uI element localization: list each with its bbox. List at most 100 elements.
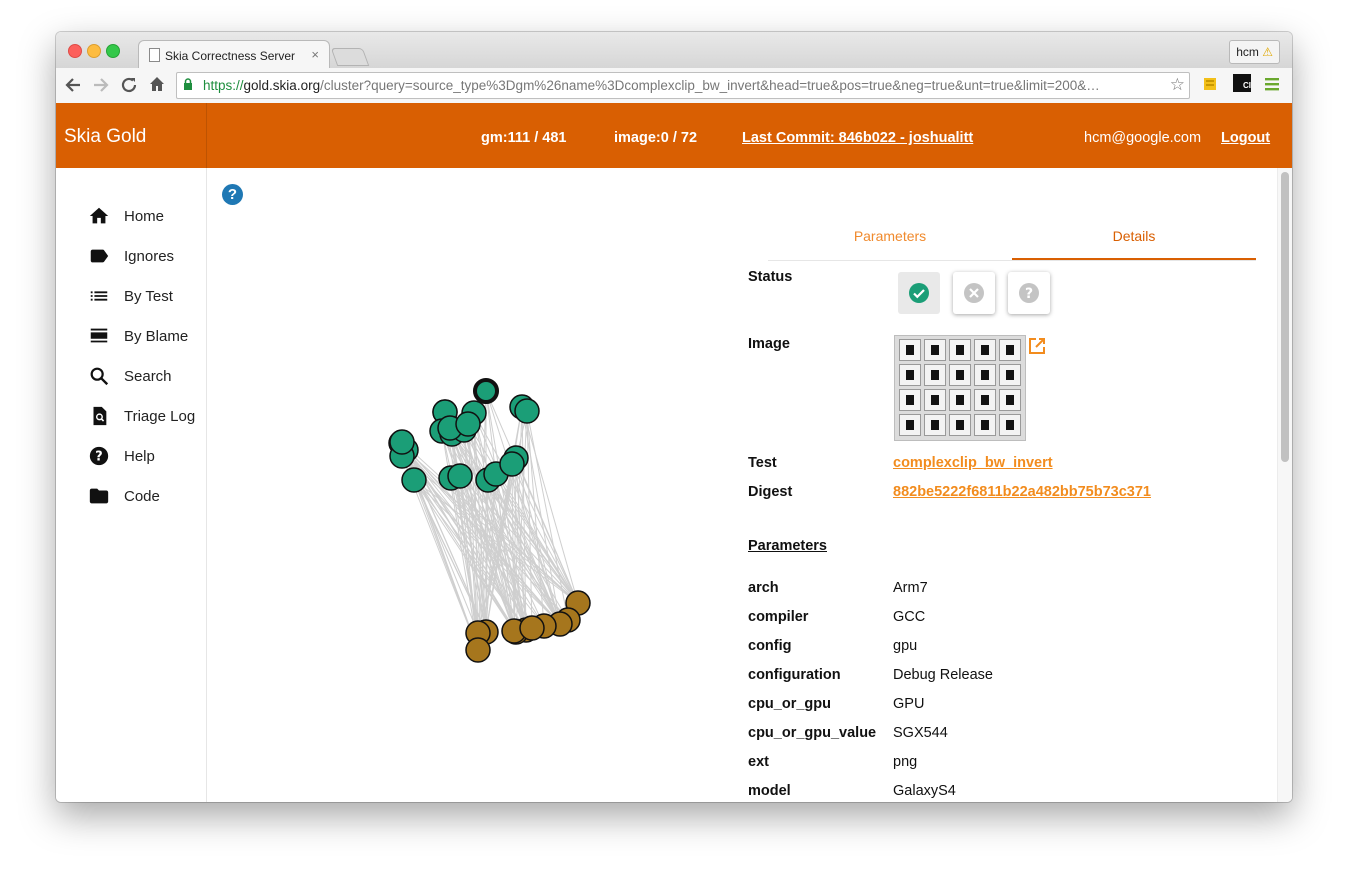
sidebar-item-ignores[interactable]: Ignores [88,244,174,268]
profile-name: hcm [1236,45,1259,59]
param-key: config [748,638,792,654]
help-button[interactable]: ? [222,184,243,205]
graph-edges [400,390,579,651]
svg-text:?: ? [95,450,102,465]
minimize-window-button[interactable] [87,44,101,58]
thumbnail-cell [974,339,996,361]
param-key: ext [748,754,769,770]
thumbnail-shape [981,370,989,380]
param-key: arch [748,580,779,596]
test-label: Test [748,455,777,471]
thumbnail-cell [924,364,946,386]
address-bar[interactable]: https://gold.skia.org/cluster?query=sour… [176,72,1190,99]
image-status: image:0 / 72 [614,130,698,146]
thumbnail-shape [906,420,914,430]
sidebar-item-code[interactable]: Code [88,484,160,508]
sidebar-item-label: By Blame [124,327,189,345]
menu-icon[interactable] [1264,76,1280,92]
gm-status: gm:111 / 481 [481,130,567,146]
document-icon [149,48,160,62]
logout-link[interactable]: Logout [1221,130,1270,146]
thumbnail-shape [906,345,914,355]
check-circle-icon [909,283,929,303]
thumbnail-cell [974,389,996,411]
ci-extension-icon[interactable]: CI [1233,74,1251,92]
graph-node-positive[interactable] [401,467,427,493]
thumbnail-cell [924,339,946,361]
param-value: GCC [893,609,926,625]
extension-icon[interactable] [1202,74,1218,92]
thumbnail-cell [974,414,996,436]
digest-link[interactable]: 882be5222f6811b22a482bb75b73c371 [893,484,1151,500]
folder-icon [89,488,109,504]
sidebar-item-triage-log[interactable]: Triage Log [88,404,195,428]
sidebar-item-search[interactable]: Search [88,364,172,388]
thumbnail-shape [1006,395,1014,405]
thumbnail-cell [899,389,921,411]
graph-node-positive[interactable] [514,398,540,424]
graph-node-positive[interactable] [455,411,481,437]
sidebar-item-by-blame[interactable]: By Blame [88,324,188,348]
help-icon: ? [89,446,109,466]
thumbnail-shape [981,345,989,355]
graph-node-untriaged[interactable] [519,615,545,641]
sidebar-item-help[interactable]: ? Help [88,444,155,468]
warning-icon: ⚠ [1262,45,1273,59]
negative-button[interactable] [953,272,995,314]
new-tab-button[interactable] [330,48,370,66]
sidebar: Home Ignores By Test By Blame Search Tri… [56,168,207,802]
thumbnail-shape [1006,370,1014,380]
last-commit-link[interactable]: Last Commit: 846b022 - joshualitt [742,130,973,146]
thumbnail-cell [949,339,971,361]
thumbnail-shape [956,345,964,355]
positive-button[interactable] [898,272,940,314]
tab-parameters[interactable]: Parameters [768,224,1012,258]
thumbnail-cell [899,364,921,386]
graph-node-selected[interactable] [473,378,499,404]
reload-icon[interactable] [120,76,138,94]
sidebar-item-label: Search [124,367,172,385]
graph-node-untriaged[interactable] [465,637,491,663]
thumbnail-cell [899,339,921,361]
cluster-graph[interactable] [356,378,616,718]
thumbnail-cell [999,339,1021,361]
home-icon[interactable] [148,75,166,93]
graph-node-positive[interactable] [389,429,415,455]
graph-edge [413,479,527,631]
zoom-window-button[interactable] [106,44,120,58]
thumbnail-shape [956,420,964,430]
back-arrow-icon[interactable] [64,76,82,94]
param-value: GPU [893,696,925,712]
sidebar-item-home[interactable]: Home [88,204,164,228]
param-value: gpu [893,638,918,654]
home-icon [89,207,109,224]
forward-arrow-icon[interactable] [92,76,110,94]
profile-button[interactable]: hcm ⚠ [1229,40,1280,64]
bookmark-star-icon[interactable]: ☆ [1170,75,1185,95]
param-value: GalaxyS4 [893,783,956,799]
tab-details[interactable]: Details [1012,224,1256,260]
sidebar-item-by-test[interactable]: By Test [88,284,173,308]
browser-window: Skia Correctness Server × hcm ⚠ https://… [56,32,1292,802]
thumbnail-shape [931,370,939,380]
thumbnail-cell [899,414,921,436]
ci-extension-label: CI [1243,81,1251,90]
url-path: /cluster?query=source_type%3Dgm%26name%3… [320,78,1100,93]
scroll-track[interactable] [1277,168,1292,802]
app-header: Skia Gold gm:111 / 481 image:0 / 72 Last… [56,103,1292,168]
browser-tab[interactable]: Skia Correctness Server × [138,40,330,69]
thumbnail-cell [949,364,971,386]
param-value: png [893,754,918,770]
graph-node-positive[interactable] [447,463,473,489]
tab-close-icon[interactable]: × [311,47,319,62]
untriaged-button[interactable]: ? [1008,272,1050,314]
close-window-button[interactable] [68,44,82,58]
test-link[interactable]: complexclip_bw_invert [893,455,1053,471]
scrollbar-thumb[interactable] [1281,172,1289,462]
cancel-circle-icon [964,283,984,303]
open-in-new-icon[interactable] [1028,337,1046,355]
label-icon [90,249,109,263]
brand-title[interactable]: Skia Gold [64,126,146,148]
image-thumbnail[interactable] [894,335,1026,441]
graph-node-positive[interactable] [499,451,525,477]
